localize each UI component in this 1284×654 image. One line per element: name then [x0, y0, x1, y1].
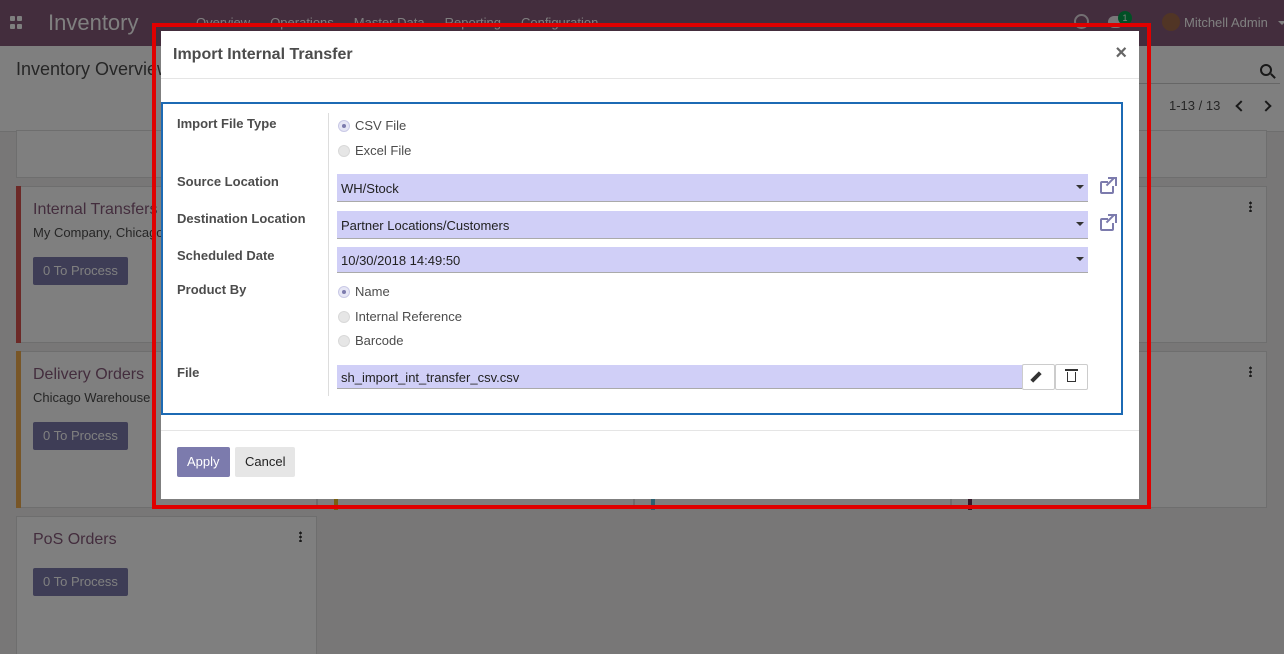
highlight-frame — [152, 23, 1151, 509]
